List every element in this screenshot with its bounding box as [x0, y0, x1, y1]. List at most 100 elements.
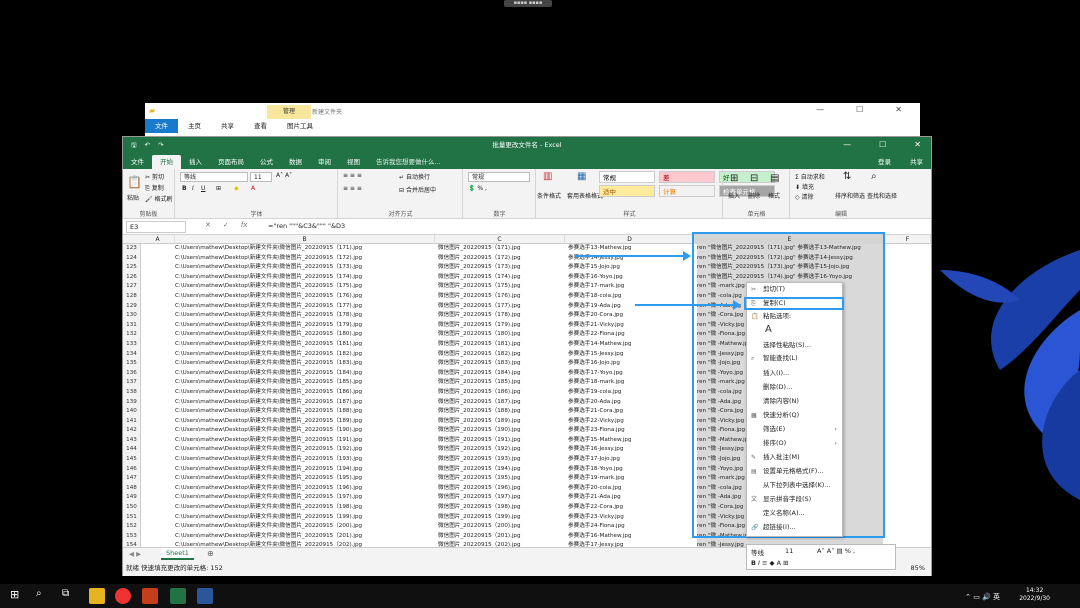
context-menu-item[interactable]: ✂ 剪切(T)	[747, 283, 842, 296]
mini-format-icons[interactable]: A˄ A˅ ▤ % ,	[817, 547, 855, 555]
cell-c[interactable]: 微信图片_20220915（171).jpg	[438, 244, 521, 254]
cell-c[interactable]: 微信图片_20220915（173).jpg	[438, 263, 521, 273]
cell-b[interactable]: C:\Users\mathew\Desktop\新建文件夹\微信图片_20220…	[175, 417, 362, 427]
tab-review[interactable]: 审阅	[310, 155, 339, 169]
row-number[interactable]: 153	[123, 531, 141, 542]
cell-d[interactable]: 参赛选手23-Vicky.jpg	[568, 513, 624, 523]
cell-b[interactable]: C:\Users\mathew\Desktop\新建文件夹\微信图片_20220…	[175, 321, 362, 331]
cell-d[interactable]: 参赛选手18-cola.jpg	[568, 292, 621, 302]
cell-b[interactable]: C:\Users\mathew\Desktop\新建文件夹\微信图片_20220…	[175, 474, 362, 484]
cell-d[interactable]: 参赛选手21-Ada.jpg	[568, 493, 621, 503]
cell-b[interactable]: C:\Users\mathew\Desktop\新建文件夹\微信图片_20220…	[175, 302, 362, 312]
row-number[interactable]: 140	[123, 407, 141, 417]
context-menu-item[interactable]: 文显示拼音字段(S)	[747, 493, 842, 506]
cell-b[interactable]: C:\Users\mathew\Desktop\新建文件夹\微信图片_20220…	[175, 436, 362, 446]
row-number[interactable]: 126	[123, 272, 141, 283]
tab-home[interactable]: 开始	[152, 155, 181, 169]
cell-b[interactable]: C:\Users\mathew\Desktop\新建文件夹\微信图片_20220…	[175, 369, 362, 379]
cell-d[interactable]: 参赛选手14-Mathew.jpg	[568, 340, 631, 350]
format-icon[interactable]: ▤	[770, 173, 779, 184]
paste-button[interactable]: 粘贴	[127, 193, 139, 202]
cell-b[interactable]: C:\Users\mathew\Desktop\新建文件夹\微信图片_20220…	[175, 273, 362, 283]
cell-b[interactable]: C:\Users\mathew\Desktop\新建文件夹\微信图片_20220…	[175, 465, 362, 475]
tab-view[interactable]: 查看	[244, 119, 277, 133]
row-number[interactable]: 141	[123, 416, 141, 427]
font-color-icon[interactable]: A	[251, 185, 255, 192]
row-number[interactable]: 144	[123, 445, 141, 456]
cell-d[interactable]: 参赛选手17-Yoyo.jpg	[568, 369, 623, 379]
tab-share[interactable]: 共享	[211, 119, 244, 133]
delete-icon[interactable]: ⊟	[750, 173, 758, 184]
align-left-icon[interactable]: ≡ ≡ ≡	[343, 185, 362, 192]
cell-c[interactable]: 微信图片_20220915（189).jpg	[438, 417, 521, 427]
login-button[interactable]: 登录	[878, 156, 891, 166]
sheet-tab[interactable]: Sheet1	[161, 548, 194, 560]
cell-c[interactable]: 微信图片_20220915（197).jpg	[438, 493, 521, 503]
row-number[interactable]: 132	[123, 330, 141, 340]
cell-c[interactable]: 微信图片_20220915（184).jpg	[438, 369, 521, 379]
cell-b[interactable]: C:\Users\mathew\Desktop\新建文件夹\微信图片_20220…	[175, 330, 362, 340]
cell-d[interactable]: 参赛选手15-Jojo.jpg	[568, 263, 620, 273]
excel-icon[interactable]	[170, 588, 186, 604]
row-number[interactable]: 127	[123, 282, 141, 292]
cell-style-4[interactable]: 适中	[599, 185, 655, 197]
context-menu-item[interactable]: ✎ 插入批注(M)	[747, 451, 842, 464]
tab-formulas[interactable]: 公式	[252, 155, 281, 169]
context-menu-item[interactable]: A	[747, 323, 842, 339]
row-number[interactable]: 148	[123, 483, 141, 494]
merge-center-button[interactable]: ⊟ 合并后居中	[399, 185, 436, 194]
row-number[interactable]: 134	[123, 349, 141, 360]
context-menu-item[interactable]: 删除(D)...	[747, 381, 842, 394]
cell-d[interactable]: 参赛选手18-mark.jpg	[568, 378, 624, 388]
cell-b[interactable]: C:\Users\mathew\Desktop\新建文件夹\微信图片_20220…	[175, 493, 362, 503]
insert-icon[interactable]: ⊞	[730, 173, 738, 184]
cell-c[interactable]: 微信图片_20220915（187).jpg	[438, 398, 521, 408]
row-number[interactable]: 151	[123, 512, 141, 523]
cell-d[interactable]: 参赛选手19-cola.jpg	[568, 388, 621, 398]
cell-d[interactable]: 参赛选手16-Yoyo.jpg	[568, 273, 623, 283]
border-icon[interactable]: ⊞	[216, 185, 221, 192]
cell-b[interactable]: C:\Users\mathew\Desktop\新建文件夹\微信图片_20220…	[175, 359, 362, 369]
cell-b[interactable]: C:\Users\mathew\Desktop\新建文件夹\微信图片_20220…	[175, 445, 362, 455]
cell-d[interactable]: 参赛选手17-mark.jpg	[568, 282, 624, 292]
delete-button[interactable]: 删除	[748, 191, 760, 200]
cell-d[interactable]: 参赛选手20-Ada.jpg	[568, 398, 621, 408]
font-name-select[interactable]: 等线	[180, 172, 248, 182]
cell-b[interactable]: C:\Users\mathew\Desktop\新建文件夹\微信图片_20220…	[175, 513, 362, 523]
share-button[interactable]: 共享	[910, 156, 923, 166]
fill-button[interactable]: ⬇ 填充	[795, 182, 814, 191]
context-menu-item[interactable]: 定义名称(A)...	[747, 507, 842, 520]
tell-me-input[interactable]: 告诉我您想要做什么...	[368, 155, 441, 169]
cell-c[interactable]: 微信图片_20220915（174).jpg	[438, 273, 521, 283]
format-painter-button[interactable]: 🖌 格式刷	[145, 194, 173, 203]
cell-c[interactable]: 微信图片_20220915（179).jpg	[438, 321, 521, 331]
tab-home[interactable]: 主页	[178, 119, 211, 133]
conditional-format-icon[interactable]: ▥	[543, 171, 552, 182]
cell-c[interactable]: 微信图片_20220915（193).jpg	[438, 455, 521, 465]
row-number[interactable]: 145	[123, 455, 141, 465]
conditional-format-button[interactable]: 条件格式	[537, 191, 561, 200]
cell-d[interactable]: 参赛选手20-Cora.jpg	[568, 311, 623, 321]
enter-icon[interactable]: ✓	[223, 221, 229, 229]
cell-b[interactable]: C:\Users\mathew\Desktop\新建文件夹\微信图片_20220…	[175, 350, 362, 360]
cell-b[interactable]: C:\Users\mathew\Desktop\新建文件夹\微信图片_20220…	[175, 263, 362, 273]
row-number[interactable]: 136	[123, 368, 141, 379]
context-menu-item[interactable]: 筛选(E) ›	[747, 423, 842, 436]
word-icon[interactable]	[197, 588, 213, 604]
row-number[interactable]: 125	[123, 263, 141, 273]
row-number[interactable]: 150	[123, 503, 141, 513]
cell-d[interactable]: 参赛选手20-cola.jpg	[568, 484, 621, 494]
row-number[interactable]: 135	[123, 359, 141, 369]
autosum-button[interactable]: Σ 自动求和	[795, 172, 825, 181]
cell-style-1[interactable]: 常规	[599, 171, 655, 183]
cell-b[interactable]: C:\Users\mathew\Desktop\新建文件夹\微信图片_20220…	[175, 282, 362, 292]
context-menu-item[interactable]: ⌕ 智能查找(L)	[747, 352, 842, 365]
column-header-a[interactable]: A	[141, 235, 175, 244]
tab-view[interactable]: 视图	[339, 155, 368, 169]
row-number[interactable]: 142	[123, 426, 141, 436]
mini-size-select[interactable]: 11	[785, 547, 793, 555]
cell-c[interactable]: 微信图片_20220915（178).jpg	[438, 311, 521, 321]
cell-b[interactable]: C:\Users\mathew\Desktop\新建文件夹\微信图片_20220…	[175, 484, 362, 494]
cell-b[interactable]: C:\Users\mathew\Desktop\新建文件夹\微信图片_20220…	[175, 407, 362, 417]
cell-c[interactable]: 微信图片_20220915（183).jpg	[438, 359, 521, 369]
